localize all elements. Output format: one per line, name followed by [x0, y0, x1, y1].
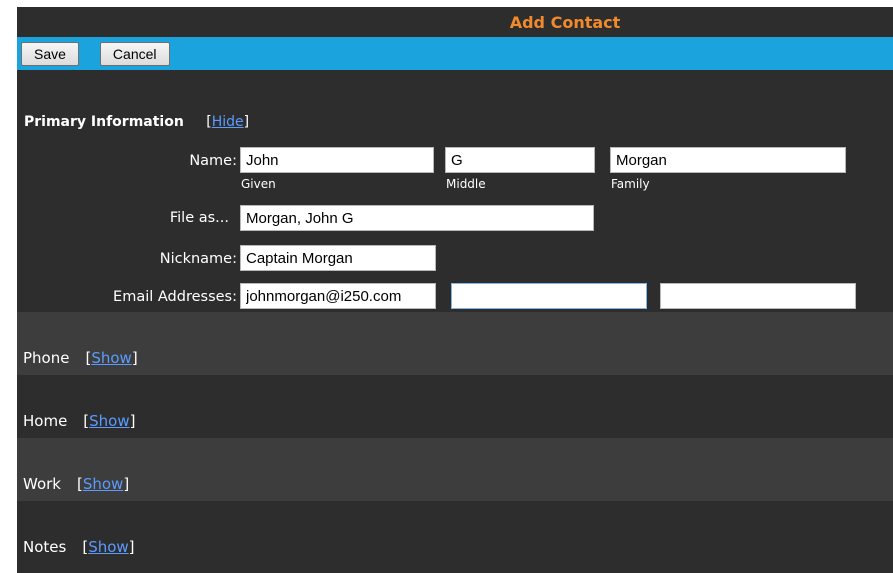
nickname-label: Nickname: — [159, 251, 237, 267]
family-caption: Family — [611, 177, 650, 191]
primary-information-section: Primary Information [Hide] Name: Given M… — [17, 70, 893, 312]
toolbar: Save Cancel — [17, 37, 893, 70]
family-name-field[interactable] — [610, 147, 846, 173]
save-button[interactable]: Save — [21, 41, 79, 66]
email-field-3[interactable] — [660, 283, 856, 309]
phone-section: Phone [Show] — [17, 312, 893, 375]
section-title: Primary Information — [24, 114, 184, 130]
given-caption: Given — [241, 177, 276, 191]
home-show-toggle: [Show] — [83, 412, 136, 430]
phone-section-label: Phone — [23, 349, 70, 367]
email-field-1[interactable] — [240, 283, 436, 309]
name-label: Name: — [189, 153, 237, 169]
work-show-link[interactable]: Show — [83, 475, 123, 493]
primary-information-heading: Primary Information [Hide] — [24, 114, 249, 130]
middle-caption: Middle — [446, 177, 486, 191]
phone-show-link[interactable]: Show — [91, 349, 131, 367]
title-bar: Add Contact — [17, 7, 893, 37]
nickname-field[interactable] — [240, 245, 436, 271]
cancel-button[interactable]: Cancel — [99, 41, 170, 66]
notes-section-label: Notes — [23, 538, 67, 556]
email-field-2[interactable] — [451, 283, 647, 309]
file-as-field[interactable] — [240, 205, 594, 231]
hide-toggle: [Hide] — [206, 114, 250, 130]
work-section-label: Work — [23, 475, 61, 493]
given-name-field[interactable] — [240, 147, 434, 173]
email-addresses-label: Email Addresses: — [113, 289, 237, 305]
phone-show-toggle: [Show] — [85, 349, 138, 367]
home-section: Home [Show] — [17, 375, 893, 438]
notes-section: Notes [Show] — [17, 501, 893, 564]
hide-link[interactable]: Hide — [212, 114, 244, 130]
add-contact-panel: Add Contact Save Cancel Primary Informat… — [17, 7, 893, 573]
page-title: Add Contact — [509, 12, 621, 32]
work-section: Work [Show] — [17, 438, 893, 501]
file-as-label: File as... — [169, 210, 229, 226]
work-show-toggle: [Show] — [76, 475, 130, 493]
home-show-link[interactable]: Show — [89, 412, 129, 430]
notes-show-toggle: [Show] — [82, 538, 135, 556]
notes-show-link[interactable]: Show — [88, 538, 128, 556]
home-section-label: Home — [23, 412, 68, 430]
middle-name-field[interactable] — [445, 147, 595, 173]
